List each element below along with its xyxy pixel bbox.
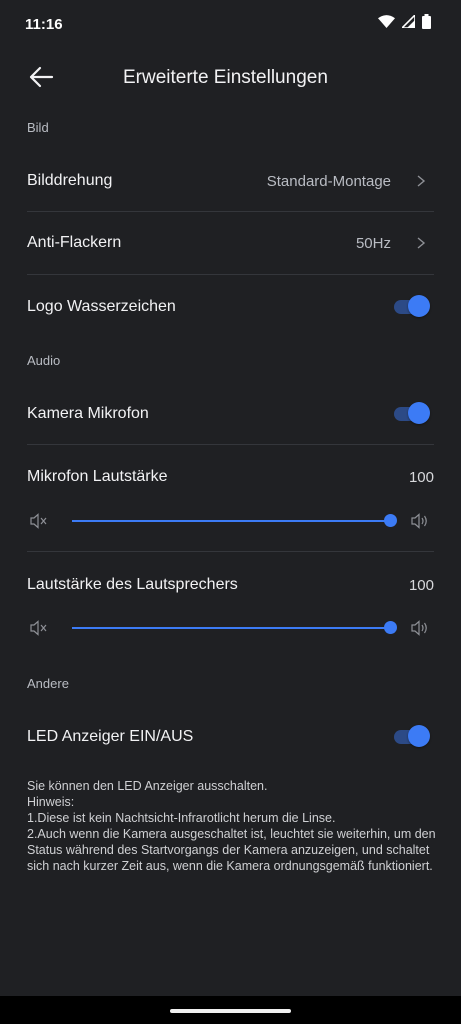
status-time: 11:16 bbox=[25, 16, 63, 33]
page-title: Erweiterte Einstellungen bbox=[123, 67, 328, 88]
slider-track bbox=[72, 627, 390, 629]
divider bbox=[27, 551, 434, 552]
section-header-bild: Bild bbox=[27, 120, 49, 135]
image-rotation-row[interactable]: Bilddrehung Standard-Montage bbox=[0, 150, 461, 212]
camera-microphone-toggle[interactable] bbox=[394, 402, 430, 424]
speaker-volume-icon bbox=[411, 620, 427, 636]
image-rotation-label: Bilddrehung bbox=[27, 172, 113, 189]
camera-microphone-label: Kamera Mikrofon bbox=[27, 405, 149, 422]
microphone-volume-value: 100 bbox=[408, 469, 434, 486]
signal-icon bbox=[402, 15, 415, 28]
speaker-volume-label: Lautstärke des Lautsprechers bbox=[27, 576, 238, 593]
anti-flicker-label: Anti-Flackern bbox=[27, 234, 122, 251]
image-rotation-value: Standard-Montage bbox=[266, 173, 391, 190]
led-note-text: Sie können den LED Anzeiger ausschalten.… bbox=[27, 779, 436, 873]
toggle-knob bbox=[408, 295, 430, 317]
microphone-volume-label: Mikrofon Lautstärke bbox=[27, 468, 168, 485]
led-indicator-toggle[interactable] bbox=[394, 725, 430, 747]
section-header-audio: Audio bbox=[27, 353, 61, 368]
slider-track bbox=[72, 520, 390, 522]
anti-flicker-value: 50Hz bbox=[355, 235, 391, 252]
microphone-volume-slider[interactable] bbox=[0, 509, 461, 533]
speaker-volume-icon bbox=[411, 513, 427, 529]
navigation-bar bbox=[0, 996, 461, 1024]
battery-icon bbox=[422, 14, 431, 29]
status-icons bbox=[378, 14, 431, 29]
camera-microphone-row: Kamera Mikrofon bbox=[0, 382, 461, 444]
slider-thumb[interactable] bbox=[384, 514, 397, 527]
anti-flicker-row[interactable]: Anti-Flackern 50Hz bbox=[0, 212, 461, 274]
chevron-right-icon bbox=[417, 175, 426, 187]
app-bar: Erweiterte Einstellungen bbox=[0, 52, 461, 102]
divider bbox=[27, 444, 434, 445]
led-indicator-row: LED Anzeiger EIN/AUS bbox=[0, 705, 461, 767]
wifi-icon bbox=[378, 15, 395, 28]
logo-watermark-toggle[interactable] bbox=[394, 295, 430, 317]
home-gesture-handle[interactable] bbox=[170, 1009, 291, 1013]
speaker-mute-icon bbox=[30, 620, 47, 636]
section-header-andere: Andere bbox=[27, 676, 69, 691]
logo-watermark-label: Logo Wasserzeichen bbox=[27, 298, 176, 315]
status-bar: 11:16 bbox=[0, 0, 461, 50]
toggle-knob bbox=[408, 725, 430, 747]
logo-watermark-row: Logo Wasserzeichen bbox=[0, 275, 461, 337]
speaker-volume-slider[interactable] bbox=[0, 616, 461, 640]
slider-thumb[interactable] bbox=[384, 621, 397, 634]
toggle-knob bbox=[408, 402, 430, 424]
led-indicator-label: LED Anzeiger EIN/AUS bbox=[27, 728, 194, 745]
chevron-right-icon bbox=[417, 237, 426, 249]
back-arrow-icon[interactable] bbox=[28, 64, 54, 90]
speaker-mute-icon bbox=[30, 513, 47, 529]
speaker-volume-value: 100 bbox=[408, 577, 434, 594]
